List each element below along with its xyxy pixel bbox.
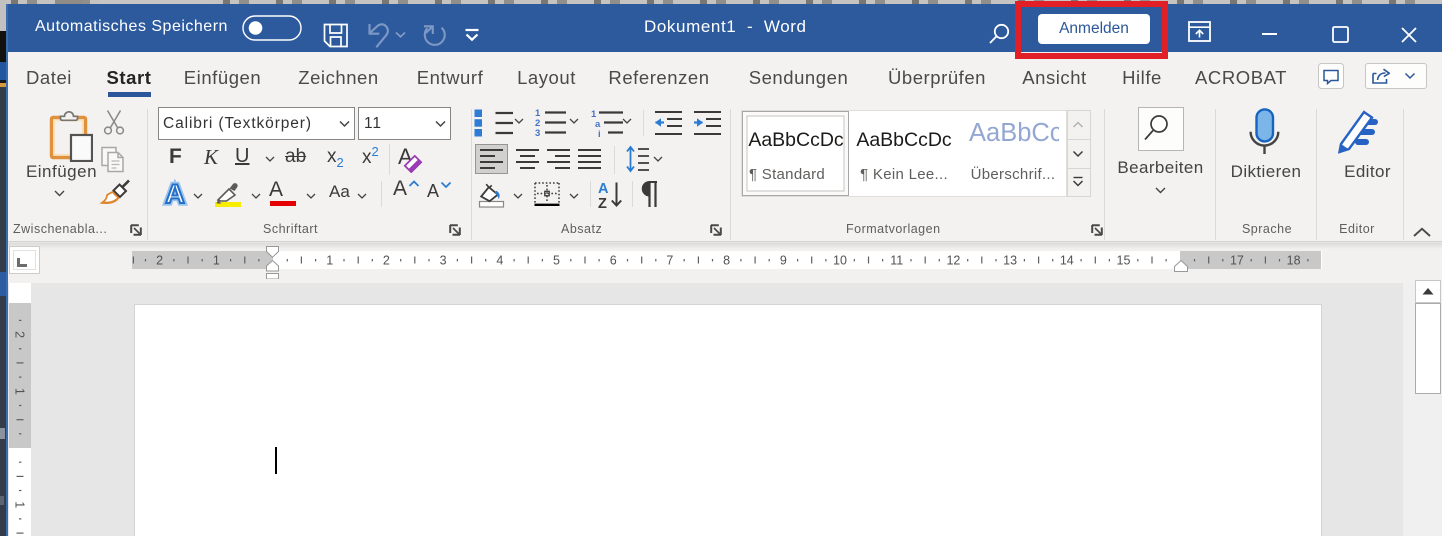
svg-text:1: 1 (13, 501, 27, 508)
svg-text:4: 4 (496, 254, 503, 268)
svg-text:9: 9 (779, 254, 786, 268)
svg-text:3: 3 (439, 254, 446, 268)
svg-text:A: A (165, 179, 185, 207)
svg-text:2: 2 (13, 331, 27, 338)
svg-text:14: 14 (1059, 254, 1073, 268)
svg-text:15: 15 (1116, 254, 1130, 268)
svg-text:1: 1 (212, 254, 219, 268)
svg-text:7: 7 (666, 254, 673, 268)
svg-text:11: 11 (890, 254, 903, 268)
svg-text:Z: Z (598, 196, 607, 209)
svg-text:1: 1 (13, 388, 27, 395)
svg-text:13: 13 (1003, 254, 1017, 268)
svg-text:8: 8 (723, 254, 730, 268)
svg-text:2: 2 (382, 254, 389, 268)
svg-text:A: A (598, 181, 609, 197)
svg-text:12: 12 (946, 254, 960, 268)
svg-text:3: 3 (535, 128, 540, 137)
svg-text:2: 2 (156, 254, 163, 268)
svg-text:6: 6 (609, 254, 616, 268)
svg-text:i: i (598, 129, 601, 137)
svg-text:17: 17 (1229, 254, 1243, 268)
svg-text:18: 18 (1286, 254, 1300, 268)
svg-text:5: 5 (553, 254, 560, 268)
svg-text:10: 10 (833, 254, 847, 268)
svg-text:1: 1 (326, 254, 333, 268)
